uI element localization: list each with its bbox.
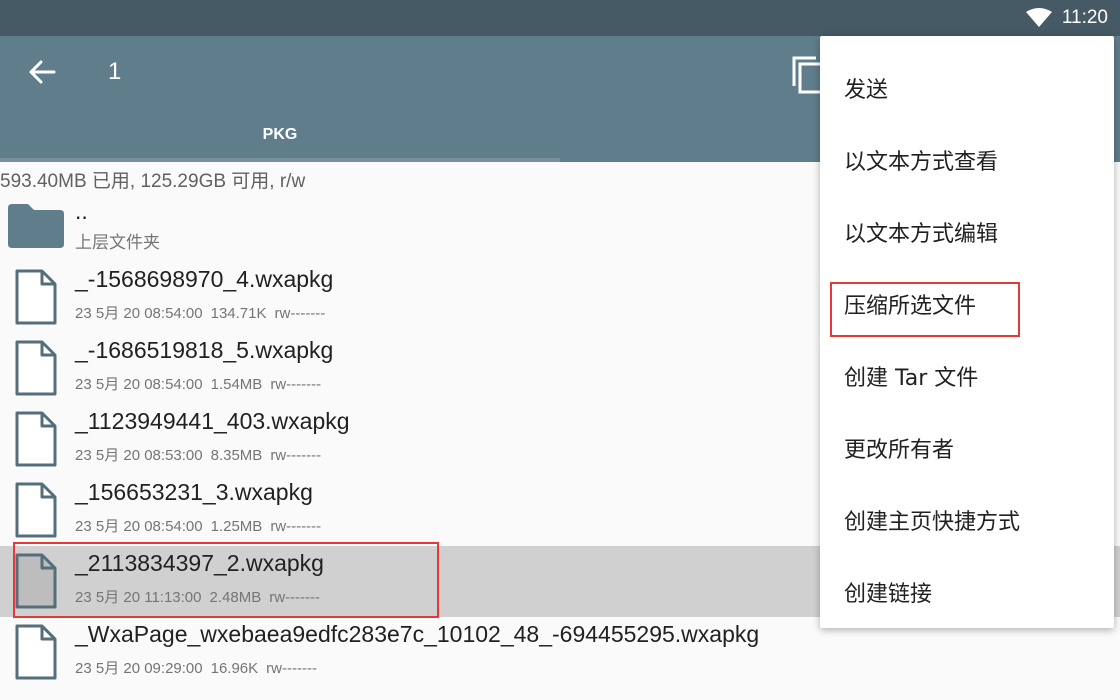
- menu-item-send[interactable]: 发送: [820, 52, 1114, 124]
- file-meta: 23 5月 20 08:54:00 134.71K rw-------: [75, 302, 333, 323]
- file-date: 23 5月 20 08:54:00: [75, 518, 203, 535]
- tab-indicator: [0, 158, 560, 162]
- status-right: 11:20: [1025, 0, 1108, 36]
- file-date: 23 5月 20 08:54:00: [75, 376, 203, 393]
- tab-pkg-label: PKG: [262, 126, 298, 143]
- file-size: 1.54MB: [210, 376, 263, 393]
- menu-item-change-owner[interactable]: 更改所有者: [820, 412, 1114, 484]
- file-name: _-1568698970_4.wxapkg: [75, 266, 334, 292]
- menu-item-create-tar[interactable]: 创建 Tar 文件: [820, 340, 1114, 412]
- storage-info: 593.40MB 已用, 125.29GB 可用, r/w: [0, 171, 306, 192]
- tab-pkg[interactable]: PKG: [0, 108, 560, 162]
- file-size: 16.96K: [210, 660, 259, 677]
- context-menu: 发送 以文本方式查看 以文本方式编辑 压缩所选文件 创建 Tar 文件 更改所有…: [820, 36, 1114, 628]
- compress-highlight: [830, 282, 1020, 337]
- file-date: 23 5月 20 09:29:00: [75, 660, 203, 677]
- file-perm: rw-------: [274, 305, 326, 322]
- file-name: _1123949441_403.wxapkg: [75, 408, 350, 434]
- file-size: 1.25MB: [210, 518, 263, 535]
- file-icon: [15, 482, 57, 538]
- menu-item-home-shortcut[interactable]: 创建主页快捷方式: [820, 484, 1114, 556]
- folder-icon: [8, 204, 64, 248]
- file-name: _WxaPage_wxebaea9edfc283e7c_10102_48_-69…: [75, 621, 760, 647]
- parent-folder-name: ..: [75, 198, 88, 224]
- file-date: 23 5月 20 08:54:00: [75, 305, 203, 322]
- file-icon: [15, 340, 57, 396]
- file-icon: [15, 269, 57, 325]
- page-title: 1: [108, 58, 122, 85]
- menu-item-create-link[interactable]: 创建链接: [820, 556, 1114, 628]
- file-name: _-1686519818_5.wxapkg: [75, 337, 334, 363]
- wifi-icon: [1025, 8, 1052, 27]
- status-bar: 11:20: [0, 0, 1120, 36]
- parent-folder-label: 上层文件夹: [75, 233, 160, 252]
- file-size: 8.35MB: [210, 447, 263, 464]
- file-meta: 23 5月 20 08:54:00 1.54MB rw-------: [75, 373, 329, 394]
- file-perm: rw-------: [270, 518, 322, 535]
- file-size: 134.71K: [210, 305, 267, 322]
- file-date: 23 5月 20 08:53:00: [75, 447, 203, 464]
- file-name: _156653231_3.wxapkg: [75, 479, 313, 505]
- file-meta: 23 5月 20 09:29:00 16.96K rw-------: [75, 657, 325, 678]
- file-perm: rw-------: [266, 660, 317, 677]
- file-perm: rw-------: [270, 376, 322, 393]
- back-arrow-icon: [29, 60, 56, 84]
- file-icon: [15, 411, 57, 467]
- back-button[interactable]: [20, 56, 64, 88]
- status-time: 11:20: [1061, 7, 1108, 28]
- menu-item-view-as-text[interactable]: 以文本方式查看: [820, 124, 1114, 196]
- selected-file-highlight: [13, 542, 439, 618]
- menu-item-edit-as-text[interactable]: 以文本方式编辑: [820, 196, 1114, 268]
- file-meta: 23 5月 20 08:54:00 1.25MB rw-------: [75, 515, 329, 536]
- file-perm: rw-------: [270, 447, 322, 464]
- file-icon: [15, 624, 57, 680]
- file-meta: 23 5月 20 08:53:00 8.35MB rw-------: [75, 444, 329, 465]
